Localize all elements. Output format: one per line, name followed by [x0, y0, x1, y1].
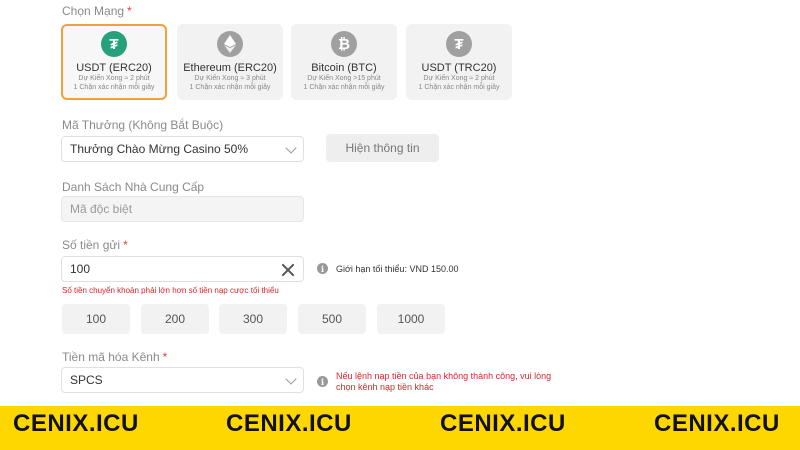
network-option-title: USDT (TRC20)	[421, 62, 497, 74]
quick-amount-button[interactable]: 1000	[377, 304, 445, 334]
deposit-amount-value: 100	[70, 262, 91, 276]
network-option-confirm: 1 Chặn xác nhận mỗi giây	[189, 84, 271, 91]
quick-amount-button[interactable]: 300	[219, 304, 287, 334]
channel-select-value: SPCS	[70, 373, 103, 387]
clear-icon[interactable]	[281, 263, 295, 277]
network-option-eta: Dự Kiến Xong >15 phút	[307, 75, 381, 82]
network-option-eta: Dự Kiến Xong ≈ 2 phút	[78, 75, 150, 82]
deposit-amount-input[interactable]: 100	[61, 256, 304, 282]
network-label: Chọn Mạng *	[62, 4, 132, 18]
watermark-text: CENIX.ICU	[440, 410, 566, 437]
network-option-usdt-erc20[interactable]: ₮ USDT (ERC20) Dự Kiến Xong ≈ 2 phút 1 C…	[61, 24, 167, 100]
watermark-text: CENIX.ICU	[654, 410, 780, 437]
provider-label: Danh Sách Nhà Cung Cấp	[62, 180, 205, 194]
quick-amount-button[interactable]: 500	[298, 304, 366, 334]
channel-note-line1: Nếu lệnh nạp tiền của bạn không thành cô…	[336, 371, 552, 381]
channel-note-line2: chọn kênh nạp tiền khác	[336, 382, 434, 392]
info-icon: i	[317, 376, 328, 387]
bonus-select[interactable]: Thưởng Chào Mừng Casino 50%	[61, 136, 304, 162]
quick-amount-button[interactable]: 200	[141, 304, 209, 334]
provider-code-placeholder: Mã độc biệt	[70, 202, 133, 216]
network-option-confirm: 1 Chặn xác nhận mỗi giây	[73, 84, 155, 91]
network-option-usdt-trc20[interactable]: ₮ USDT (TRC20) Dự Kiến Xong ≈ 2 phút 1 C…	[406, 24, 512, 100]
info-icon: i	[317, 263, 328, 274]
network-option-title: Bitcoin (BTC)	[311, 62, 377, 74]
bonus-select-value: Thưởng Chào Mừng Casino 50%	[70, 142, 249, 156]
network-option-ethereum[interactable]: Ethereum (ERC20) Dự Kiến Xong ≈ 3 phút 1…	[177, 24, 283, 100]
network-option-bitcoin[interactable]: ₿ Bitcoin (BTC) Dự Kiến Xong >15 phút 1 …	[291, 24, 397, 100]
chevron-down-icon	[285, 142, 297, 154]
tether-icon: ₮	[446, 31, 472, 57]
channel-label: Tiền mã hóa Kênh *	[62, 350, 168, 364]
quick-amount-button[interactable]: 100	[62, 304, 130, 334]
watermark-text: CENIX.ICU	[13, 410, 139, 437]
bitcoin-icon: ₿	[331, 31, 357, 57]
watermark-text: CENIX.ICU	[226, 410, 352, 437]
network-option-eta: Dự Kiến Xong ≈ 2 phút	[423, 75, 495, 82]
chevron-down-icon	[285, 373, 297, 385]
channel-select[interactable]: SPCS	[61, 367, 304, 393]
bonus-label: Mã Thưởng (Không Bắt Buộc)	[62, 118, 224, 132]
tether-icon: ₮	[101, 31, 127, 57]
network-option-confirm: 1 Chặn xác nhận mỗi giây	[418, 84, 500, 91]
deposit-error-message: Số tiền chuyển khoản phải lớn hơn số tiề…	[62, 286, 279, 295]
deposit-label: Số tiền gửi *	[62, 238, 128, 252]
provider-code-input[interactable]: Mã độc biệt	[61, 196, 304, 222]
network-option-confirm: 1 Chặn xác nhận mỗi giây	[303, 84, 385, 91]
network-option-title: USDT (ERC20)	[76, 62, 152, 74]
ethereum-icon	[217, 31, 243, 57]
network-option-title: Ethereum (ERC20)	[183, 62, 277, 74]
network-option-eta: Dự Kiến Xong ≈ 3 phút	[194, 75, 266, 82]
show-info-button[interactable]: Hiện thông tin	[326, 134, 439, 162]
deposit-limit-note: Giới hạn tối thiểu: VND 150.00	[336, 264, 459, 274]
